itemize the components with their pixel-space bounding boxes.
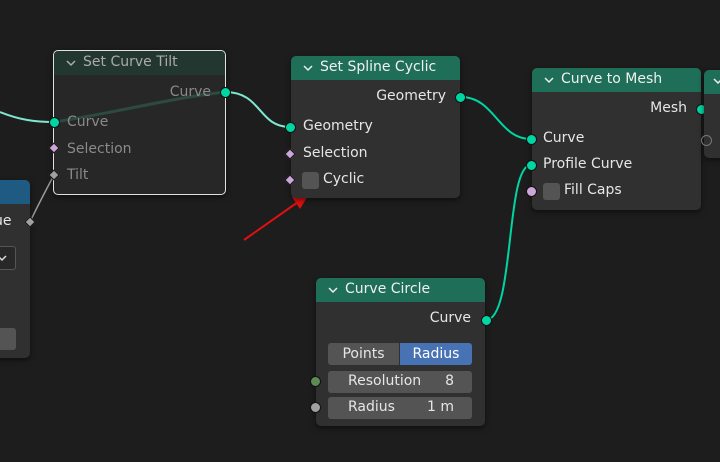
fill-caps-checkbox[interactable] [543,183,560,200]
node-curve-circle[interactable]: Curve Circle Curve Points Radius Resolut… [316,278,485,426]
resolution-label: Resolution [348,373,422,389]
socket-mesh-curve-in[interactable] [526,134,537,145]
cyclic-checkbox[interactable] [302,172,319,189]
mode-button-points[interactable]: Points [328,343,399,365]
node-header[interactable]: Set Curve Tilt [54,51,225,75]
output-curve-label: Curve [429,310,471,326]
resolution-field[interactable]: Resolution 8 [328,371,472,393]
partial-node-header [0,180,30,204]
output-mesh-label: Mesh [650,100,687,116]
input-selection-label: Selection [303,145,368,161]
node-title: Set Curve Tilt [83,54,178,70]
input-profile-curve-label: Profile Curve [543,156,633,172]
partial-dropdown[interactable] [0,246,16,270]
link-tilt-to-cyclic[interactable] [224,91,291,128]
radius-field[interactable]: Radius 1 m [328,397,472,419]
collapse-chevron-icon[interactable] [64,56,78,70]
input-geometry-label: Geometry [303,118,373,134]
chevron-down-icon [713,78,720,85]
input-curve-label: Curve [67,114,109,130]
radius-value: 1 m [427,399,454,415]
node-title: Set Spline Cyclic [320,59,437,75]
node-curve-to-mesh[interactable]: Curve to Mesh Mesh Curve Profile Curve F… [532,68,701,210]
socket-cyclic-geometry-in[interactable] [285,122,296,133]
output-geometry-label: Geometry [376,88,446,104]
node-header[interactable]: Curve to Mesh [532,68,701,92]
input-cyclic-label: Cyclic [323,171,365,187]
link-value-to-tilt[interactable] [29,174,55,223]
collapse-chevron-icon[interactable] [301,61,315,75]
node-set-spline-cyclic[interactable]: Set Spline Cyclic Geometry Geometry Sele… [291,56,460,198]
chevron-down-icon [0,255,7,262]
input-tilt-label: Tilt [67,167,89,183]
node-title: Curve Circle [345,281,431,297]
output-curve-label: Curve [169,84,211,100]
socket-mesh-profile-in[interactable] [526,160,537,171]
partial-field[interactable] [0,328,16,350]
node-header[interactable]: Set Spline Cyclic [291,56,460,80]
annotation-arrow [243,194,309,241]
link-cyclic-to-mesh[interactable] [460,96,532,140]
partial-output-label: ue [0,213,12,229]
collapse-chevron-icon[interactable] [542,73,556,87]
socket-tilt-curve-out[interactable] [220,87,231,98]
socket-partial-right[interactable] [701,135,712,146]
link-left-to-tilt-curve[interactable] [0,111,55,123]
node-title: Curve to Mesh [561,71,663,87]
socket-mesh-fill-caps-in[interactable] [526,186,537,197]
partial-node-left[interactable]: ue [0,180,30,358]
resolution-value: 8 [445,373,454,389]
socket-tilt-curve-in[interactable] [49,117,60,128]
socket-cyclic-geometry-out[interactable] [455,92,466,103]
mode-button-radius[interactable]: Radius [400,343,472,365]
socket-circle-curve-out[interactable] [481,315,492,326]
input-fill-caps-label: Fill Caps [564,182,622,198]
socket-circle-radius-in[interactable] [310,402,321,413]
radius-label: Radius [348,399,395,415]
collapse-chevron-icon[interactable] [326,283,340,297]
input-selection-label: Selection [67,141,132,157]
socket-circle-resolution-in[interactable] [310,376,321,387]
input-curve-label: Curve [543,130,585,146]
link-circle-to-profile[interactable] [485,164,532,321]
node-header[interactable]: Curve Circle [316,278,485,302]
node-set-curve-tilt[interactable]: Set Curve Tilt Curve Curve Selection Til… [53,50,226,195]
